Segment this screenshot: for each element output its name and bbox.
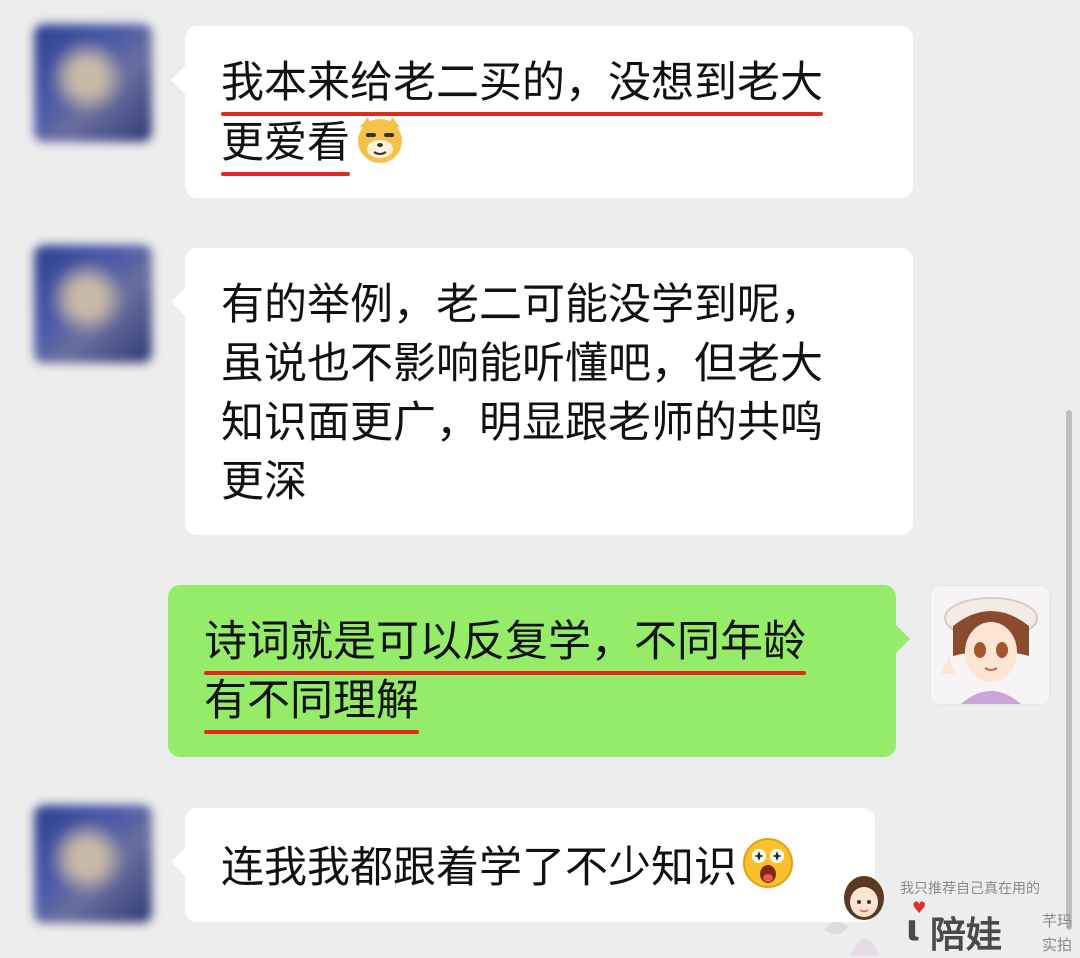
message-bubble-self: 诗词就是可以反复学，不同年龄 有不同理解 <box>168 585 910 757</box>
scrollbar[interactable] <box>1066 410 1072 930</box>
cartoon-girl-icon <box>824 876 884 956</box>
watermark-side-text: 实拍 <box>1042 936 1073 954</box>
message-bubble: 有的举例，老二可能没学到呢， 虽说也不影响能听懂吧，但老大 知识面更广，明显跟老… <box>171 248 913 535</box>
contact-avatar[interactable] <box>34 805 152 923</box>
watermark-logo-mark: ι <box>906 908 921 949</box>
watermark-brand: 陪娃 <box>930 915 1003 956</box>
star-eyes-emoji-icon <box>741 836 795 906</box>
message-text: 有不同理解 <box>204 672 419 734</box>
message-text: 连我我都跟着学了不少知识 <box>221 843 737 893</box>
message-text: 知识面更广，明显跟老师的共鸣 <box>221 398 823 448</box>
message-bubble: 连我我都跟着学了不少知识 <box>171 808 875 922</box>
message-bubble: 我本来给老二买的，没想到老大 更爱看 <box>171 26 913 198</box>
message-text: 更深 <box>221 457 307 507</box>
contact-avatar[interactable] <box>34 24 152 142</box>
doge-emoji-icon <box>354 113 406 181</box>
message-text: 更爱看 <box>221 114 350 176</box>
watermark: 我只推荐自己真在用的 ♥ ι 陪娃 芊玛 实拍 <box>820 860 1080 956</box>
message-text: 虽说也不影响能听懂吧，但老大 <box>221 339 823 389</box>
message-text: 有的举例，老二可能没学到呢， <box>221 280 823 330</box>
self-avatar[interactable] <box>930 585 1050 705</box>
contact-avatar[interactable] <box>34 245 152 363</box>
watermark-tagline: 我只推荐自己真在用的 <box>900 881 1040 897</box>
message-text: 我本来给老二买的，没想到老大 <box>221 54 823 116</box>
watermark-side-text: 芊玛 <box>1042 912 1073 930</box>
message-text: 诗词就是可以反复学，不同年龄 <box>204 613 806 675</box>
